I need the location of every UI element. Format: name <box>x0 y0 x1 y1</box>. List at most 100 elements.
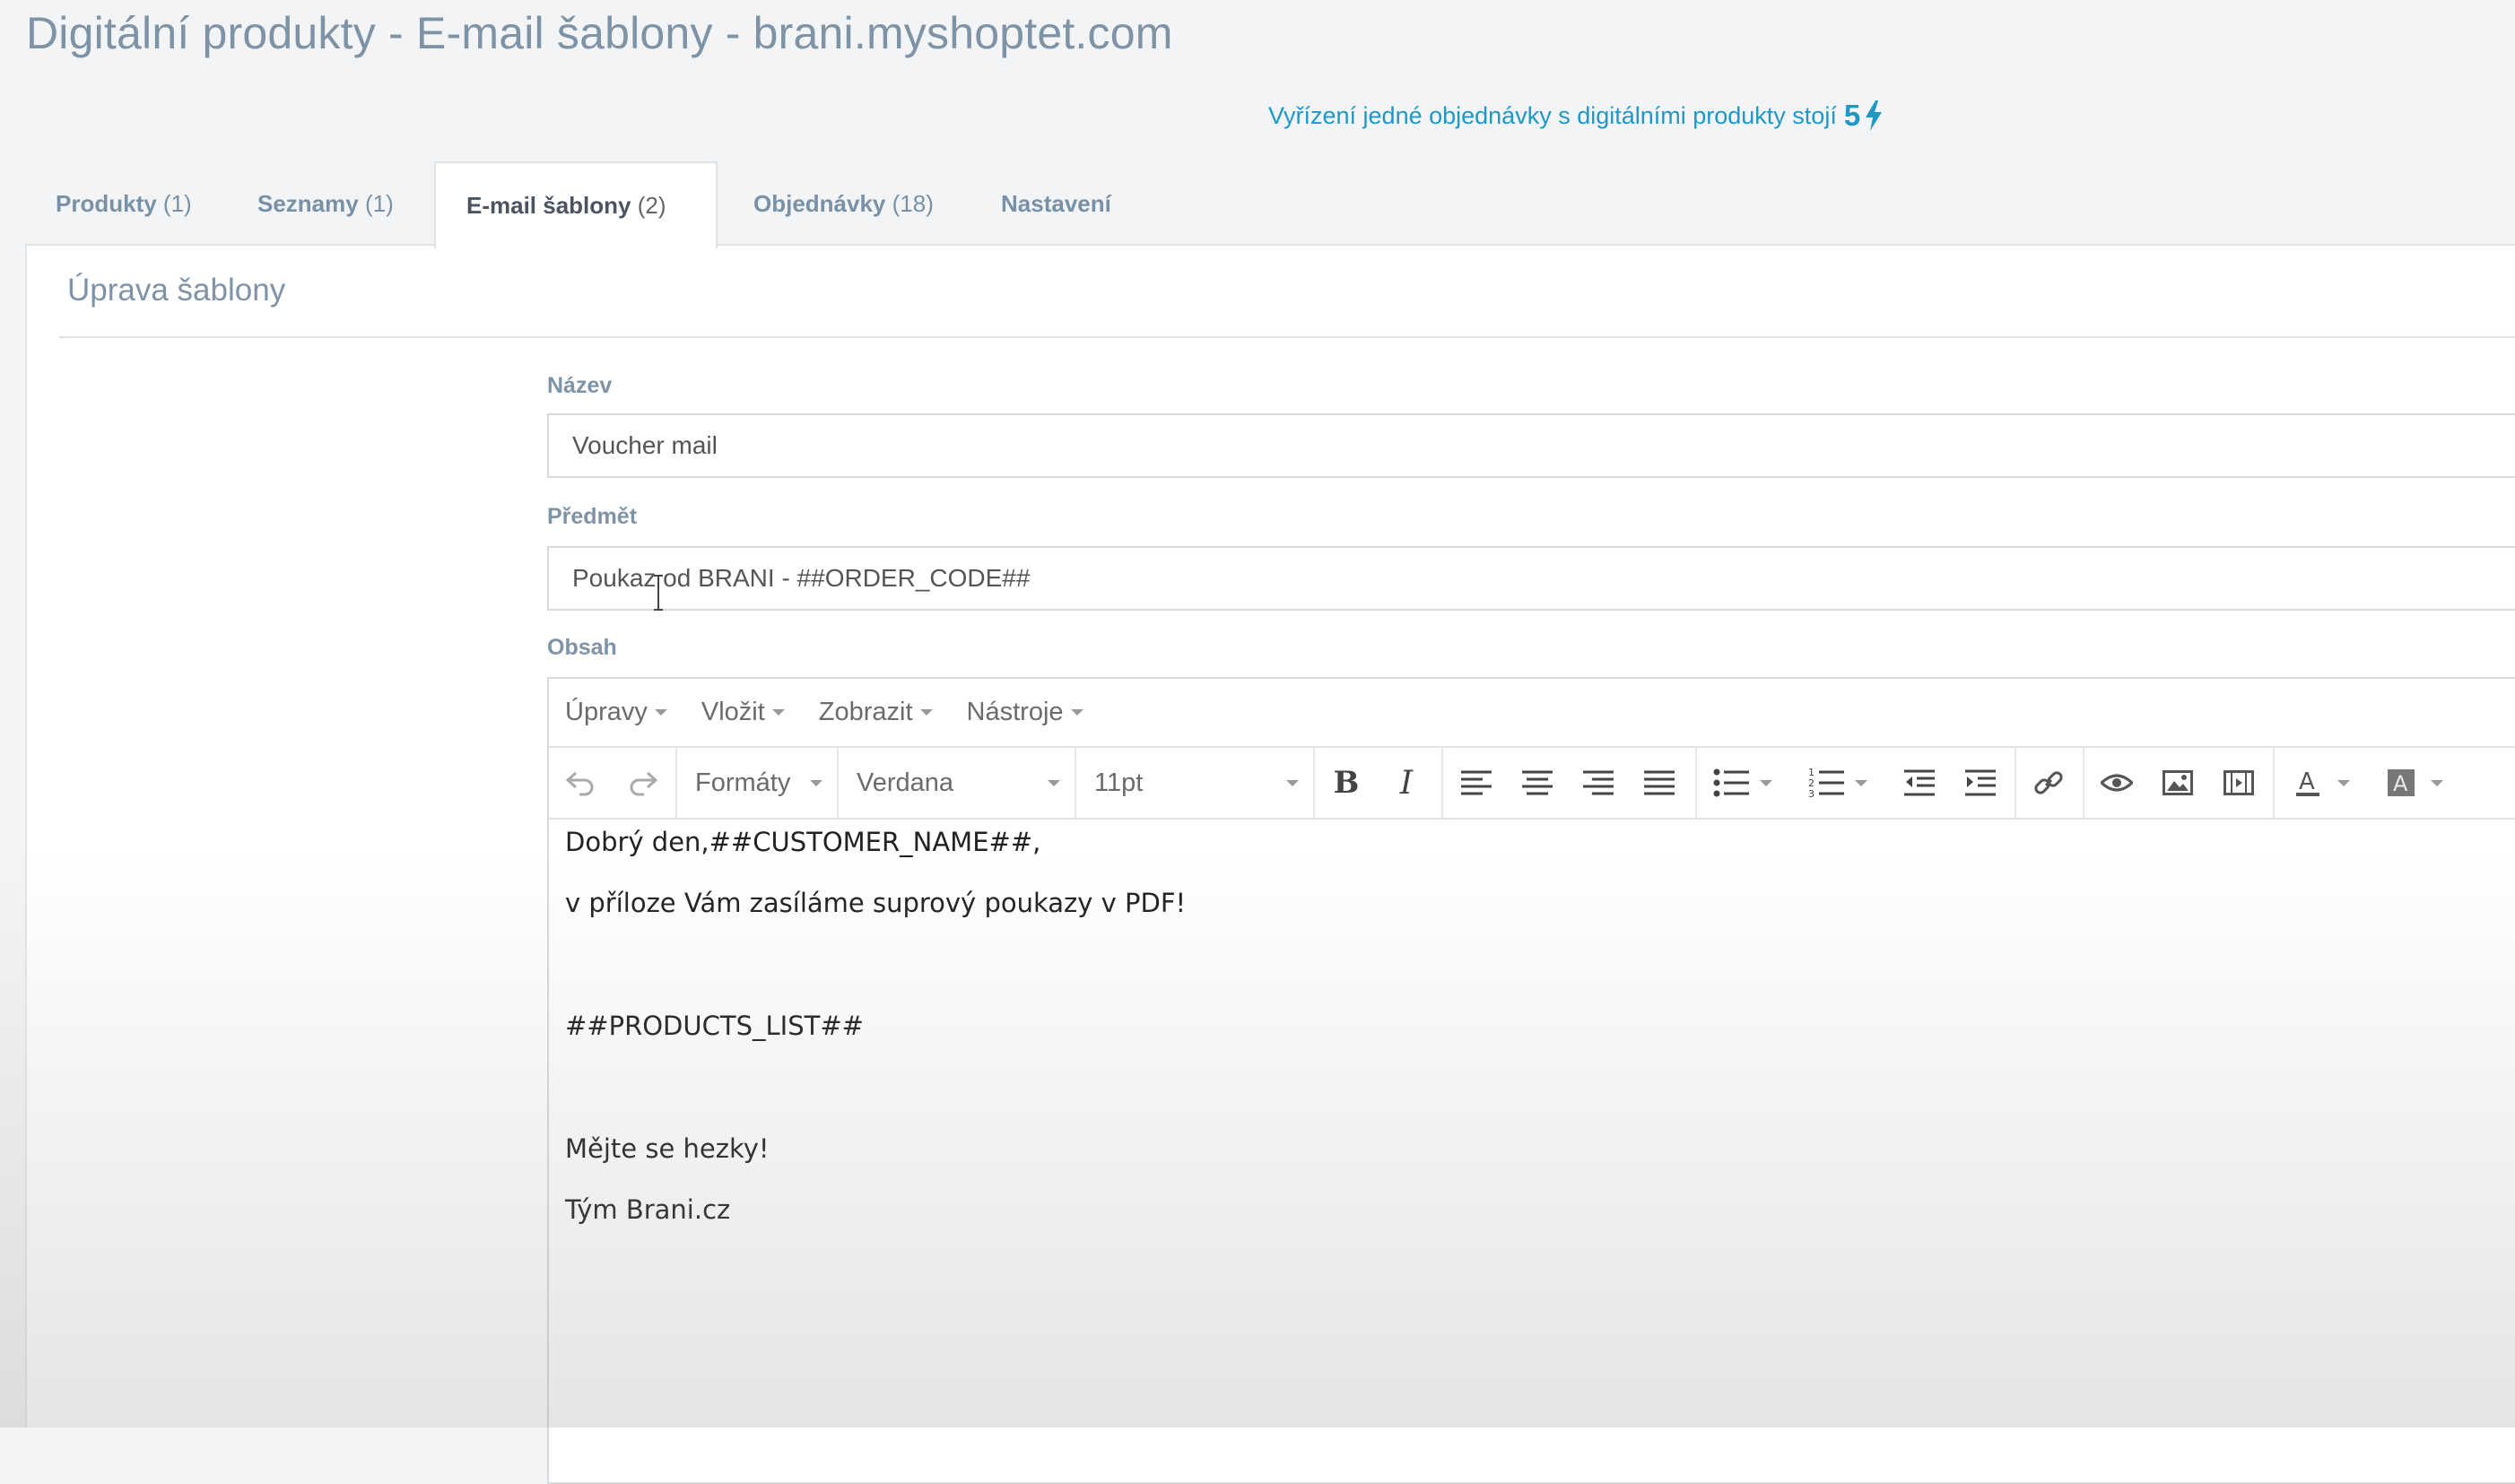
editor-toolbar: Formáty Verdana 11pt B I 12 3 A A <box>549 748 2515 820</box>
chevron-down-icon <box>2337 779 2350 786</box>
italic-button[interactable]: I <box>1376 748 1437 818</box>
align-center-icon <box>1522 770 1553 795</box>
font-family-dropdown[interactable]: Verdana <box>839 748 1075 818</box>
content-label: Obsah <box>547 635 617 660</box>
toolbar-separator <box>1695 748 1697 818</box>
menu-zobrazit[interactable]: Zobrazit <box>819 698 933 727</box>
preview-button[interactable] <box>2086 748 2147 818</box>
chevron-down-icon <box>810 779 822 786</box>
content-line: v příloze Vám zasíláme suprový poukazy v… <box>565 888 1187 918</box>
panel-title: Úprava šablony <box>67 273 286 308</box>
align-right-button[interactable] <box>1568 748 1629 818</box>
text-color-button[interactable]: A <box>2276 748 2366 818</box>
background-color-button[interactable]: A <box>2370 748 2459 818</box>
align-left-button[interactable] <box>1446 748 1507 818</box>
cost-note-text: Vyřízení jedné objednávky s digitálními … <box>1268 101 1837 129</box>
lightning-bolt-icon <box>1866 100 1883 131</box>
svg-text:A: A <box>2393 771 2408 796</box>
toolbar-separator <box>1441 748 1443 818</box>
italic-icon: I <box>1399 764 1414 802</box>
tab-label: Objednávky <box>753 190 886 217</box>
chevron-down-icon <box>1855 779 1867 786</box>
bold-icon: B <box>1333 765 1360 801</box>
rich-text-editor: Úpravy Vložit Zobrazit Nástroje Formáty … <box>547 677 2515 1484</box>
align-justify-icon <box>1644 770 1675 795</box>
chevron-down-icon <box>1760 779 1772 786</box>
outdent-button[interactable] <box>1889 748 1950 818</box>
indent-icon <box>1965 769 1996 796</box>
formats-label: Formáty <box>695 768 791 797</box>
bold-button[interactable]: B <box>1317 748 1376 818</box>
menu-nastroje[interactable]: Nástroje <box>967 698 1083 727</box>
tab-produkty[interactable]: Produkty (1) <box>25 161 222 247</box>
menu-upravy[interactable]: Úpravy <box>565 698 667 727</box>
tab-count: (2) <box>637 192 666 219</box>
order-cost-note: Vyřízení jedné objednávky s digitálními … <box>1268 99 1884 133</box>
chevron-down-icon <box>654 709 667 716</box>
menu-label: Nástroje <box>966 698 1064 726</box>
font-size-dropdown[interactable]: 11pt <box>1076 748 1313 818</box>
redo-button[interactable] <box>612 748 674 818</box>
eye-icon <box>2101 774 2133 792</box>
menu-label: Vložit <box>701 698 765 726</box>
toolbar-separator <box>2083 748 2084 818</box>
svg-text:3: 3 <box>1808 788 1814 799</box>
align-left-icon <box>1461 770 1492 795</box>
insert-link-button[interactable] <box>2018 748 2079 818</box>
bullet-list-button[interactable] <box>1699 748 1787 818</box>
svg-text:A: A <box>2299 768 2315 795</box>
cost-value: 5 <box>1843 99 1861 132</box>
bullet-list-icon <box>1713 768 1749 797</box>
tab-count: (1) <box>162 190 192 217</box>
align-center-button[interactable] <box>1507 748 1568 818</box>
name-label: Název <box>547 373 613 398</box>
formats-dropdown[interactable]: Formáty <box>677 748 837 818</box>
content-line: Tým Brani.cz <box>565 1194 731 1225</box>
numbered-list-icon: 123 <box>1808 767 1844 799</box>
chevron-down-icon <box>2431 779 2443 786</box>
outdent-icon <box>1904 769 1935 796</box>
tab-email-sablony[interactable]: E-mail šablony (2) <box>434 161 718 248</box>
subject-label: Předmět <box>547 504 638 529</box>
align-justify-button[interactable] <box>1629 748 1690 818</box>
undo-icon <box>565 771 594 796</box>
tab-label: Nastavení <box>1001 190 1111 217</box>
text-color-icon: A <box>2296 768 2319 796</box>
align-right-icon <box>1583 770 1614 795</box>
background-color-icon: A <box>2388 769 2415 796</box>
chevron-down-icon <box>919 709 933 716</box>
tab-count: (18) <box>892 190 934 217</box>
link-icon <box>2034 771 2063 794</box>
redo-icon <box>630 771 658 796</box>
text-cursor-icon <box>654 575 663 611</box>
tab-bar: Produkty (1) Seznamy (1) E-mail šablony … <box>25 161 2515 248</box>
subject-input[interactable] <box>547 546 2515 611</box>
insert-image-button[interactable] <box>2147 748 2208 818</box>
tab-objednavky[interactable]: Objednávky (18) <box>723 161 964 247</box>
media-icon <box>2223 770 2254 795</box>
editor-menubar: Úpravy Vložit Zobrazit Nástroje <box>549 679 2515 748</box>
tab-nastaveni[interactable]: Nastavení <box>970 161 1142 247</box>
chevron-down-icon <box>1286 779 1299 786</box>
tab-seznamy[interactable]: Seznamy (1) <box>227 161 424 247</box>
menu-vlozit[interactable]: Vložit <box>701 698 785 727</box>
tab-label: E-mail šablony <box>466 192 631 219</box>
toolbar-separator <box>2015 748 2016 818</box>
insert-media-button[interactable] <box>2208 748 2269 818</box>
name-input[interactable] <box>547 413 2515 478</box>
indent-button[interactable] <box>1950 748 2011 818</box>
undo-button[interactable] <box>549 748 612 818</box>
menu-label: Zobrazit <box>818 698 913 726</box>
numbered-list-button[interactable]: 123 <box>1794 748 1882 818</box>
menu-label: Úpravy <box>565 698 648 726</box>
chevron-down-icon <box>771 709 785 716</box>
toolbar-separator <box>2273 748 2275 818</box>
content-line: ##PRODUCTS_LIST## <box>565 1011 864 1041</box>
panel-divider <box>59 336 2515 338</box>
image-icon <box>2163 770 2193 795</box>
chevron-down-icon <box>1048 779 1060 786</box>
tab-label: Seznamy <box>257 190 359 217</box>
tab-label: Produkty <box>56 190 157 217</box>
tab-count: (1) <box>364 190 394 217</box>
toolbar-separator <box>1313 748 1315 818</box>
